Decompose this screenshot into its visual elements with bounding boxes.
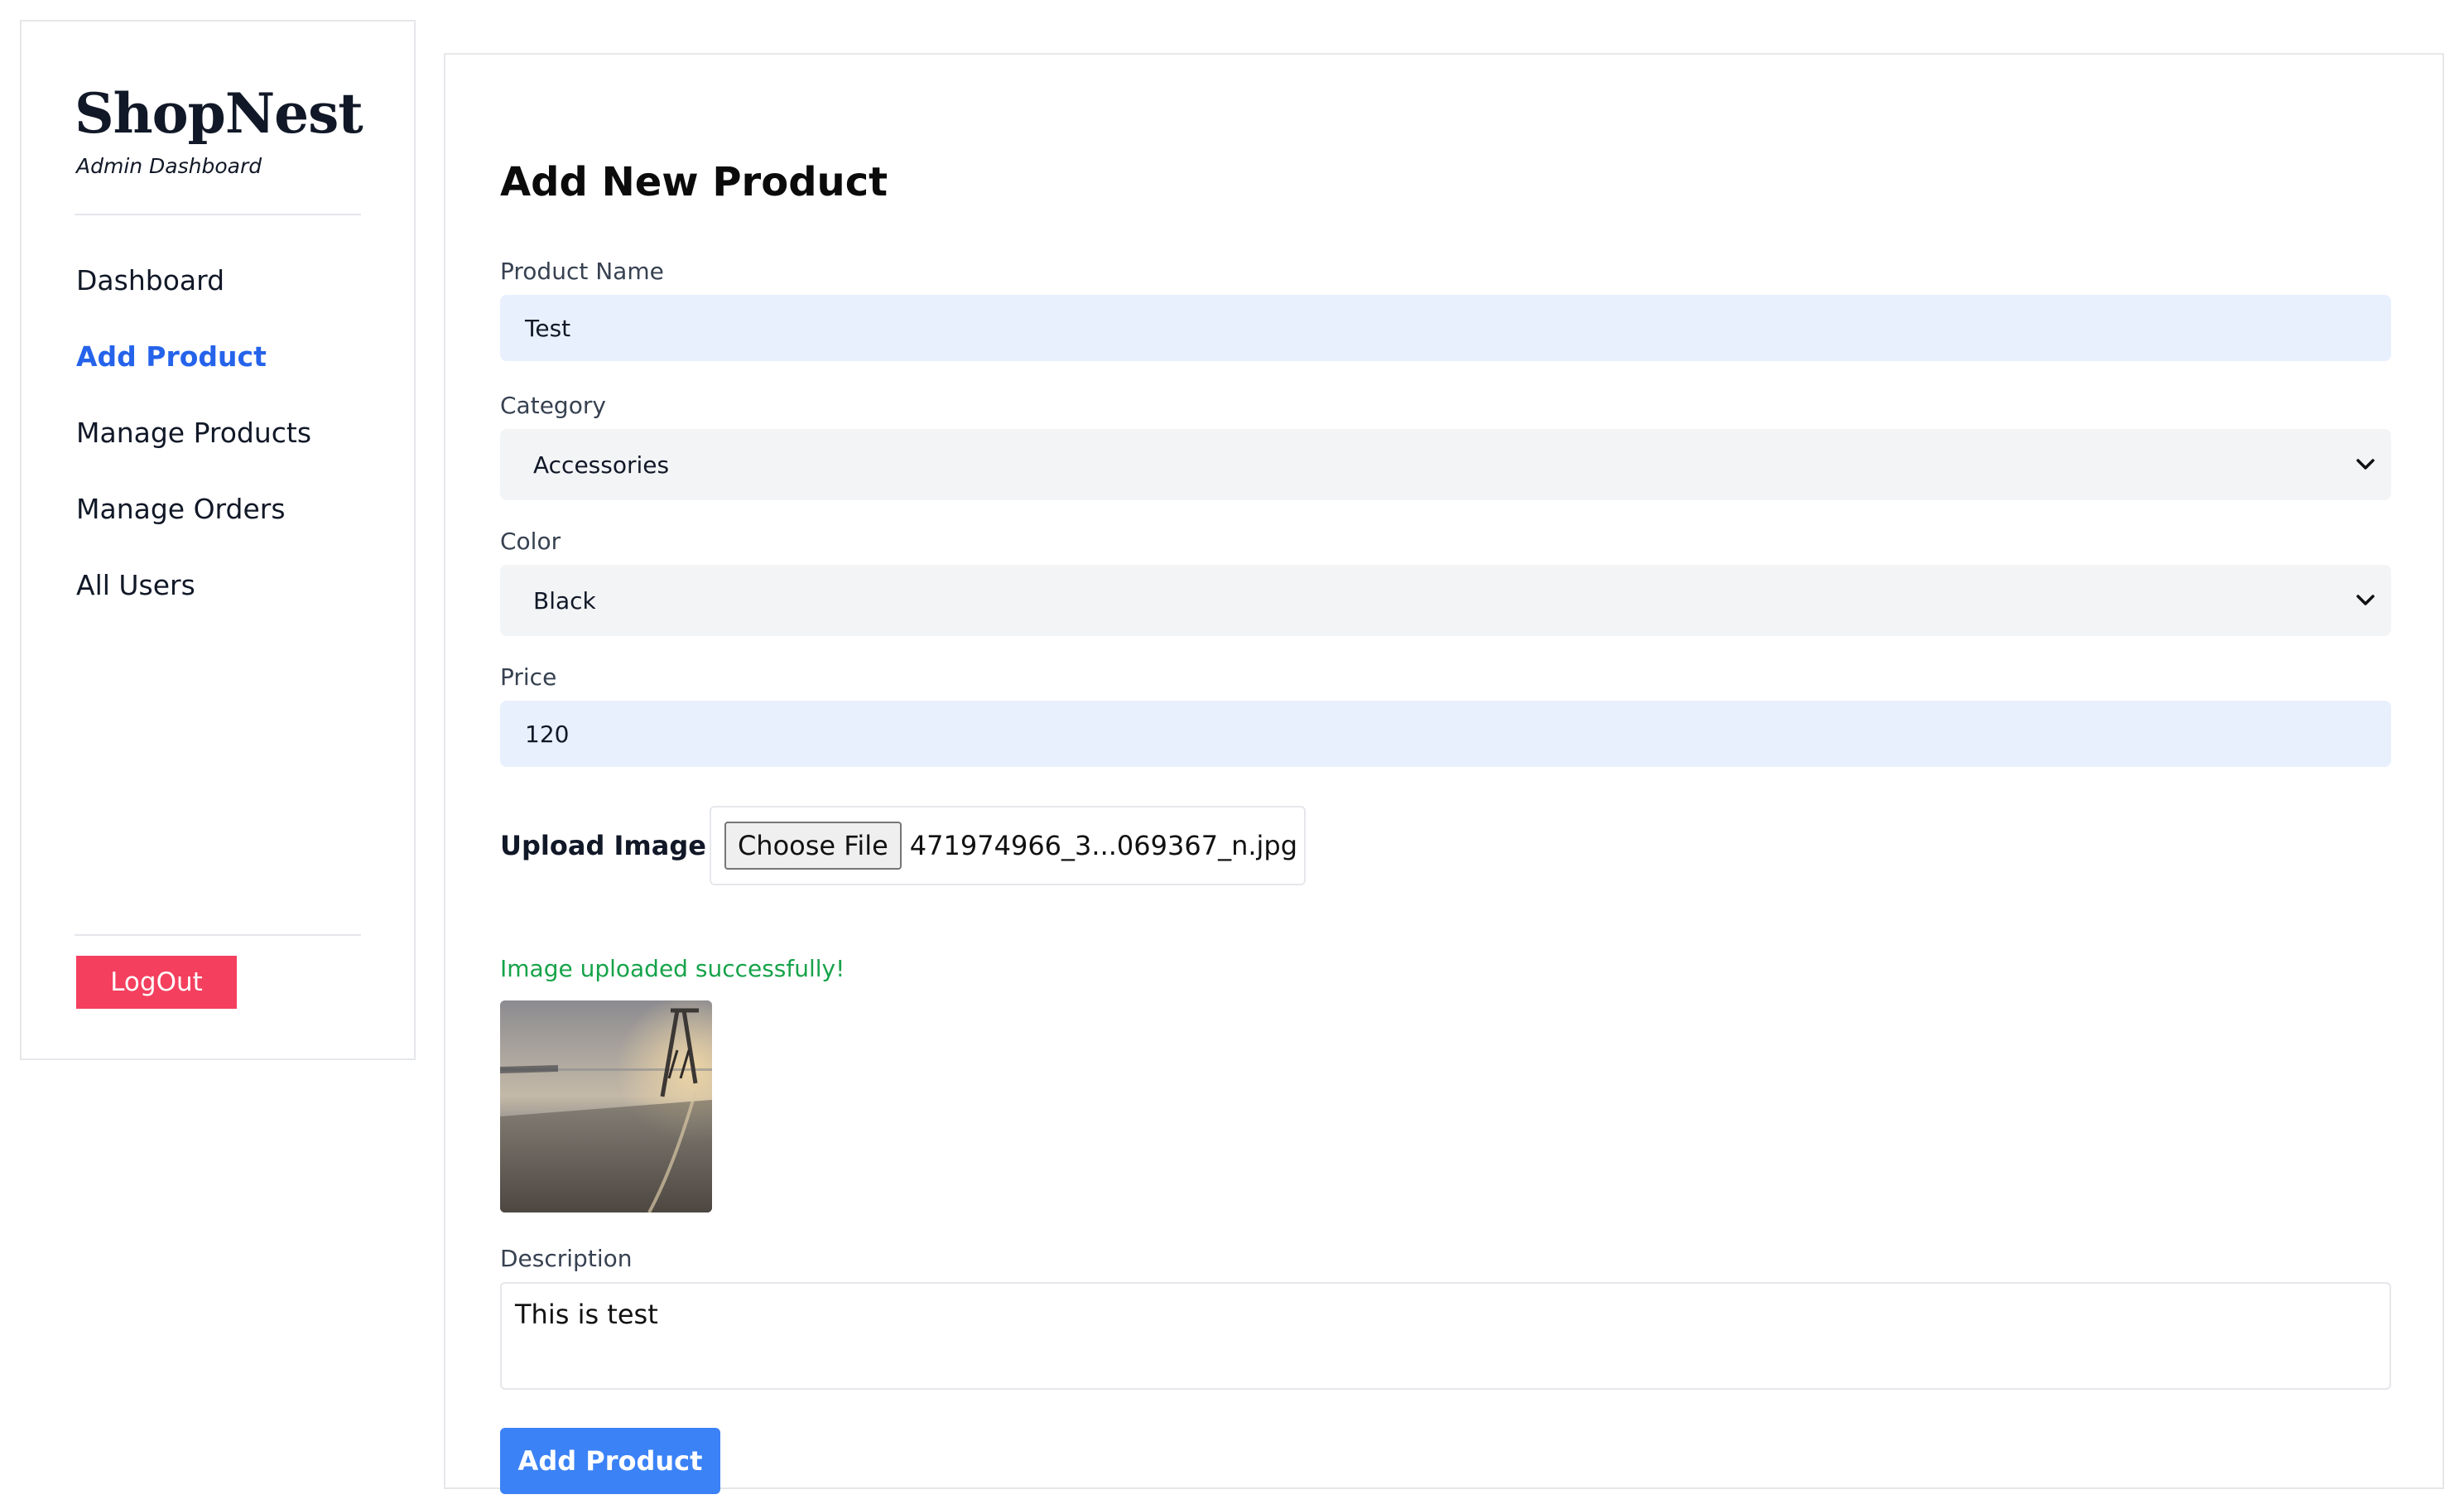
file-name: 471974966_3...069367_n.jpg — [909, 830, 1298, 861]
upload-success-message: Image uploaded successfully! — [500, 955, 845, 982]
description-textarea[interactable]: This is test — [500, 1282, 2391, 1390]
sidebar-item-add-product[interactable]: Add Product — [76, 343, 267, 370]
category-value: Accessories — [533, 451, 670, 479]
upload-image-label: Upload Image — [500, 830, 706, 861]
brand-subtitle: Admin Dashboard — [76, 154, 262, 178]
sidebar: ShopNest Admin Dashboard Dashboard Add P… — [20, 20, 416, 1060]
category-select[interactable]: Accessories — [500, 429, 2391, 500]
color-value: Black — [533, 586, 596, 615]
beach-swing-image — [500, 1000, 712, 1213]
product-name-label: Product Name — [500, 258, 664, 285]
sidebar-item-manage-products[interactable]: Manage Products — [76, 419, 311, 446]
upload-row: Upload Image Choose File 471974966_3...0… — [500, 805, 1306, 886]
sidebar-item-dashboard[interactable]: Dashboard — [76, 267, 224, 294]
sidebar-divider — [75, 214, 361, 215]
add-product-button[interactable]: Add Product — [500, 1428, 720, 1494]
price-input[interactable]: 120 — [500, 701, 2391, 767]
logout-button[interactable]: LogOut — [76, 956, 237, 1009]
product-name-value: Test — [525, 314, 571, 342]
brand-logo: ShopNest — [75, 81, 363, 146]
color-select[interactable]: Black — [500, 565, 2391, 636]
choose-file-button[interactable]: Choose File — [724, 822, 902, 870]
chevron-down-icon — [2356, 591, 2375, 610]
color-label: Color — [500, 528, 561, 555]
price-value: 120 — [525, 720, 570, 748]
description-label: Description — [500, 1245, 633, 1272]
category-label: Category — [500, 392, 606, 419]
page-title: Add New Product — [500, 159, 888, 205]
product-name-input[interactable]: Test — [500, 295, 2391, 361]
description-value: This is test — [515, 1299, 658, 1330]
sidebar-item-manage-orders[interactable]: Manage Orders — [76, 495, 286, 523]
price-label: Price — [500, 663, 557, 691]
add-product-panel: Add New Product Product Name Test Catego… — [444, 53, 2444, 1494]
chevron-down-icon — [2356, 456, 2375, 474]
image-preview — [500, 1000, 712, 1213]
file-input[interactable]: Choose File 471974966_3...069367_n.jpg — [709, 806, 1306, 885]
sidebar-divider-bottom — [75, 934, 361, 936]
sidebar-item-all-users[interactable]: All Users — [76, 571, 195, 599]
